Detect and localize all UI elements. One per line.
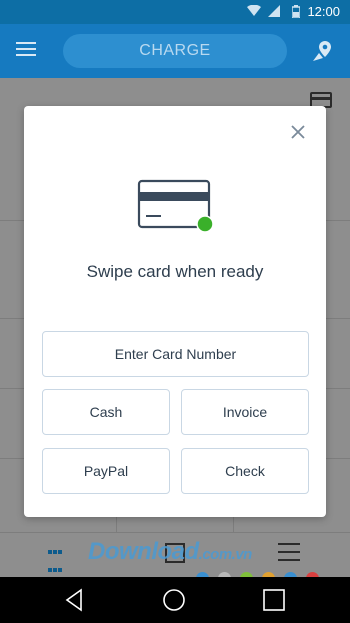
check-button[interactable]: Check xyxy=(181,448,309,494)
battery-icon xyxy=(292,5,300,18)
charge-button[interactable]: CHARGE xyxy=(63,34,287,68)
watermark-suffix: .com.vn xyxy=(198,546,253,563)
list-icon[interactable] xyxy=(278,543,300,563)
menu-icon[interactable] xyxy=(16,42,36,58)
back-icon[interactable] xyxy=(63,588,87,612)
home-icon[interactable] xyxy=(162,588,186,612)
location-pin-icon[interactable] xyxy=(311,39,335,63)
credit-card-icon xyxy=(137,179,214,233)
watermark-text: Download xyxy=(88,538,199,565)
status-bar: 12:00 xyxy=(0,0,350,24)
cash-button[interactable]: Cash xyxy=(42,389,170,435)
wifi-icon xyxy=(247,5,261,16)
paypal-button[interactable]: PayPal xyxy=(42,448,170,494)
keypad-icon[interactable] xyxy=(48,543,66,590)
watermark: Download.com.vn xyxy=(88,538,252,566)
invoice-button[interactable]: Invoice xyxy=(181,389,309,435)
dialog-title: Swipe card when ready xyxy=(86,262,264,281)
enter-card-number-button[interactable]: Enter Card Number xyxy=(42,331,309,377)
app-bar: CHARGE xyxy=(0,24,350,78)
close-icon[interactable] xyxy=(291,125,305,139)
navigation-bar xyxy=(0,577,350,623)
signal-icon xyxy=(268,5,280,17)
swipe-card-dialog: Swipe card when ready Enter Card Number … xyxy=(24,106,326,517)
recents-icon[interactable] xyxy=(262,588,286,612)
status-time: 12:00 xyxy=(307,4,340,19)
